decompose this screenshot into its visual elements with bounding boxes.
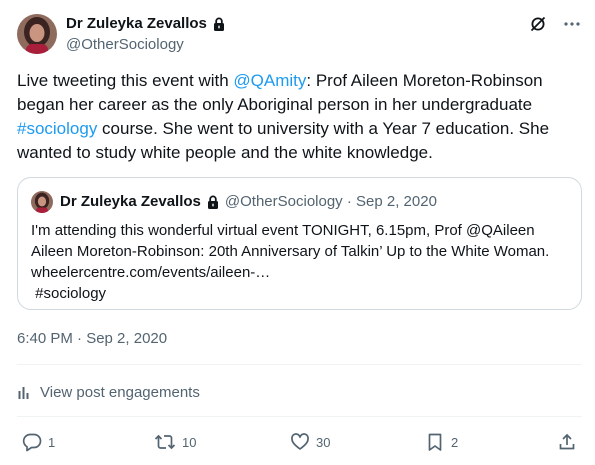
author-handle[interactable]: @OtherSociology	[66, 36, 184, 53]
quoted-tweet[interactable]: Dr Zuleyka Zevallos @OtherSociology · Se…	[17, 177, 582, 310]
tweet-timestamp[interactable]: 6:40 PM · Sep 2, 2020	[17, 330, 167, 347]
no-grok-icon[interactable]	[529, 15, 547, 33]
tweet-text: Live tweeting this event with @QAmity: P…	[17, 69, 577, 165]
quoted-author-name: Dr Zuleyka Zevallos	[60, 193, 201, 210]
lock-icon	[212, 17, 226, 31]
retweet-count: 10	[182, 434, 197, 450]
bookmark-count: 2	[451, 434, 459, 450]
quoted-line: I'm attending this wonderful virtual eve…	[31, 222, 535, 239]
view-engagements-label: View post engagements	[40, 384, 200, 401]
like-count: 30	[316, 434, 331, 450]
bookmark-icon	[425, 432, 445, 452]
reply-count: 1	[48, 434, 56, 450]
view-engagements-link[interactable]: View post engagements	[17, 384, 200, 401]
tweet-text-part: Live tweeting this event with	[17, 71, 234, 90]
reply-icon	[22, 432, 42, 452]
retweet-icon	[154, 432, 176, 452]
mention-link[interactable]: @QAmity	[233, 71, 306, 90]
heart-icon	[290, 432, 310, 452]
quoted-meta: @OtherSociology · Sep 2, 2020	[224, 193, 437, 210]
hashtag-link[interactable]: #sociology	[17, 119, 97, 138]
quoted-line: #sociology	[31, 285, 107, 302]
like-button[interactable]: 30	[290, 430, 330, 454]
divider	[17, 416, 582, 417]
quoted-line: Aileen Moreton-Robinson: 20th Anniversar…	[31, 243, 550, 260]
divider	[17, 364, 582, 365]
author-name[interactable]: Dr Zuleyka Zevallos	[66, 15, 207, 32]
tweet-text-part: course. She went to university with a Ye…	[17, 119, 550, 162]
author-avatar[interactable]	[17, 14, 57, 54]
share-button[interactable]	[558, 430, 576, 454]
reply-button[interactable]: 1	[22, 430, 55, 454]
share-icon	[558, 433, 576, 451]
quoted-avatar	[31, 191, 53, 213]
analytics-icon	[17, 385, 33, 401]
bookmark-button[interactable]: 2	[425, 430, 458, 454]
quoted-line: wheelercentre.com/events/aileen-…	[31, 264, 271, 281]
action-bar: 1 10 30 2	[0, 430, 595, 454]
lock-icon	[206, 195, 220, 209]
more-icon[interactable]	[563, 15, 581, 33]
quoted-text: I'm attending this wonderful virtual eve…	[31, 220, 576, 304]
retweet-button[interactable]: 10	[154, 430, 196, 454]
